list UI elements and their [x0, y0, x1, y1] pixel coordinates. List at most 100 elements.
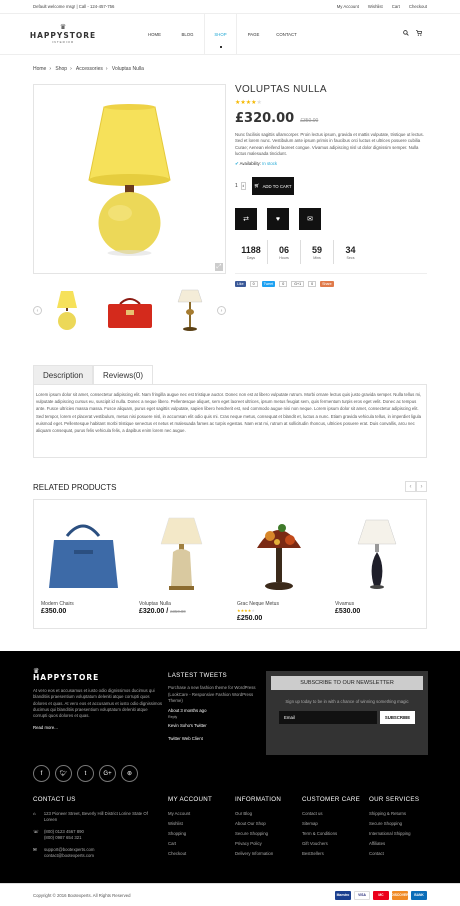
footer-link[interactable]: Sitemap: [302, 819, 360, 829]
related-prev-button[interactable]: ‹: [405, 481, 416, 492]
related-next-button[interactable]: ›: [416, 481, 427, 492]
tweet-count: 0: [279, 281, 288, 288]
footer-link[interactable]: International Shipping: [369, 829, 419, 839]
gplus-button[interactable]: G+1: [291, 281, 305, 288]
product-name[interactable]: Modern Chairs: [41, 601, 74, 607]
contact-email: ✉ support@bootexperts.com contact@bootexpe…: [33, 847, 158, 859]
facebook-like-button[interactable]: Like: [235, 281, 246, 288]
related-products-list: Modern Chairs £350.00 Voluptas Nulla £32…: [33, 499, 427, 629]
footer-link[interactable]: Secure Shopping: [369, 819, 419, 829]
tweet-button[interactable]: Tweet: [261, 281, 276, 288]
product-card[interactable]: Grac Neque Metus ★★★★★ £250.00: [230, 500, 328, 630]
latest-tweets: LASTEST TWEETS Purchase a new fashion th…: [168, 672, 263, 743]
twitter-icon[interactable]: 🐦︎: [55, 765, 72, 782]
add-to-cart-button[interactable]: 🛒︎ ADD TO CART: [251, 177, 294, 196]
footer-link[interactable]: Shopping: [168, 829, 212, 839]
email-field[interactable]: Email: [279, 711, 377, 724]
footer-link[interactable]: Contact us: [302, 809, 360, 819]
facebook-icon[interactable]: f: [33, 765, 50, 782]
nav-contact[interactable]: CONTACT: [270, 14, 303, 55]
crumb-accessories[interactable]: Accessories: [76, 66, 103, 72]
thumb-brass-lamp[interactable]: [173, 288, 207, 334]
newsletter-text: Sign up today to be in with a chance of …: [285, 699, 409, 704]
product-rating: ★★★★★: [235, 100, 262, 106]
newsletter-title: SUBSCRIBE TO OUR NEWSLETTER: [271, 676, 423, 690]
cart-icon[interactable]: [416, 30, 423, 38]
thumb-next-button[interactable]: ›: [217, 306, 226, 315]
discover-icon: DISCOVER: [391, 890, 409, 900]
product-name[interactable]: Grac Neque Metus: [237, 601, 279, 607]
read-more-link[interactable]: Read more...: [33, 725, 163, 731]
wishlist-link[interactable]: Wishlist: [368, 4, 383, 9]
footer-link[interactable]: Shipping & Returns: [369, 809, 419, 819]
product-price: £320.00 £350.00: [235, 111, 427, 126]
crumb-shop[interactable]: Shop: [55, 66, 67, 72]
nav-page[interactable]: PAGE: [237, 14, 270, 55]
search-icon[interactable]: [403, 30, 409, 38]
quantity-stepper[interactable]: 1 ⇕: [235, 182, 246, 191]
price-value: £320.00 /: [139, 608, 169, 615]
footer-link[interactable]: Wishlist: [168, 819, 212, 829]
compare-button[interactable]: ⇄: [235, 208, 257, 231]
footer-link[interactable]: Privacy Policy: [235, 839, 281, 849]
checkout-link[interactable]: Checkout: [409, 4, 427, 9]
tumblr-icon[interactable]: t: [77, 765, 94, 782]
footer-link[interactable]: Affiliates: [369, 839, 419, 849]
thumb-yellow-lamp[interactable]: [50, 288, 84, 334]
footer-link[interactable]: Term & Conditions: [302, 829, 360, 839]
dribbble-icon[interactable]: ⊛: [121, 765, 138, 782]
quantity-spin-icon[interactable]: ⇕: [240, 182, 246, 191]
footer-link[interactable]: BestSellers: [302, 849, 360, 859]
main-product-image[interactable]: ⤢: [33, 84, 226, 274]
secs-value: 34: [345, 244, 356, 255]
countdown-hours: 06 Hours: [268, 240, 301, 265]
map-pin-icon: ⌂: [33, 811, 36, 816]
email-button[interactable]: ✉: [299, 208, 321, 231]
tab-description[interactable]: Description: [33, 365, 94, 384]
product-name[interactable]: Vivamus: [335, 601, 354, 607]
thumb-red-bag[interactable]: [105, 294, 155, 330]
footer-link[interactable]: Contact: [369, 849, 419, 859]
shuffle-icon: ⇄: [243, 216, 249, 224]
subscribe-button[interactable]: SUBSCRIBE: [380, 711, 415, 724]
footer-link[interactable]: Cart: [168, 839, 212, 849]
tweet-reply[interactable]: Reply: [168, 714, 263, 720]
email-2[interactable]: contact@bootexperts.com: [44, 853, 94, 858]
product-price: £320.00 / £350.00: [139, 608, 186, 615]
nav-shop[interactable]: SHOP: [204, 13, 237, 55]
thumb-prev-button[interactable]: ‹: [33, 306, 42, 315]
crumb-home[interactable]: Home: [33, 66, 46, 72]
visa-icon: VISA: [354, 890, 370, 900]
footer-contact: CONTACT US ⌂ 123 Pioneer Street, Beverly …: [33, 795, 158, 862]
top-bar: Default welcome msg! | Call - 124-457-75…: [0, 0, 460, 14]
product-card[interactable]: Vivamus £530.00: [328, 500, 426, 630]
footer-link[interactable]: Secure Shopping: [235, 829, 281, 839]
product-card[interactable]: Voluptas Nulla £320.00 / £350.00: [132, 500, 230, 630]
wishlist-button[interactable]: ♥: [267, 208, 289, 231]
email-1[interactable]: support@bootexperts.com: [44, 847, 94, 852]
nav-home[interactable]: HOME: [138, 14, 171, 55]
footer-logo[interactable]: ♛ HAPPYSTORE: [33, 668, 163, 683]
footer-link[interactable]: Delivery Information: [235, 849, 281, 859]
tweet-client[interactable]: Twitter Web Client: [168, 736, 263, 742]
zoom-icon[interactable]: ⤢: [215, 263, 223, 271]
footer-logo-name: HAPPYSTORE: [33, 673, 100, 683]
cart-link[interactable]: Cart: [392, 4, 400, 9]
phone-icon: ☏: [33, 829, 39, 834]
tab-reviews[interactable]: Reviews(0): [93, 365, 154, 384]
product-card[interactable]: Modern Chairs £350.00: [34, 500, 132, 630]
footer-link[interactable]: Our Blog: [235, 809, 281, 819]
share-button[interactable]: Share: [320, 281, 334, 288]
product-name[interactable]: Voluptas Nulla: [139, 601, 171, 607]
google-plus-icon[interactable]: G+: [99, 765, 116, 782]
footer-link[interactable]: About Our Shop: [235, 819, 281, 829]
black-lamp-image: [357, 519, 397, 589]
site-logo[interactable]: ♛ HAPPYSTORE INTERIOR: [30, 24, 95, 44]
my-account-link[interactable]: My Account: [337, 4, 359, 9]
newsletter-box: SUBSCRIBE TO OUR NEWSLETTER Sign up toda…: [266, 671, 428, 755]
nav-blog[interactable]: BLOG: [171, 14, 204, 55]
phone-1: (800) 0123 4567 890: [44, 829, 84, 834]
footer-link[interactable]: My Account: [168, 809, 212, 819]
footer-link[interactable]: Gift Vouchers: [302, 839, 360, 849]
footer-link[interactable]: Checkout: [168, 849, 212, 859]
